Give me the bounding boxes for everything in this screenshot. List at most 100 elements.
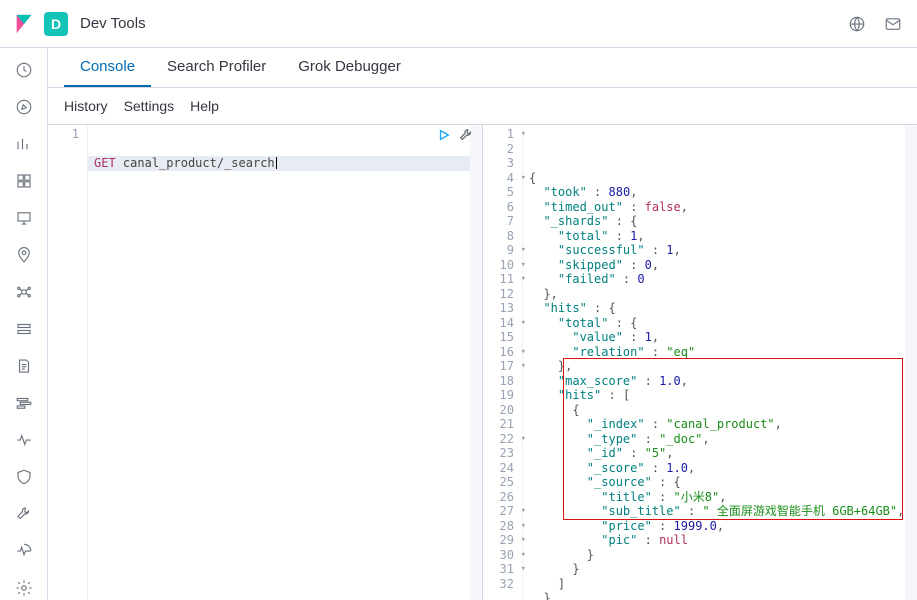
main-layout: Console Search Profiler Grok Debugger Hi… (0, 48, 917, 600)
request-line[interactable]: GET canal_product/_search (88, 156, 470, 171)
code-line: "total" : 1, (529, 229, 899, 244)
code-line: } (529, 591, 899, 600)
submenu-help[interactable]: Help (190, 98, 219, 114)
send-request-button[interactable] (436, 127, 452, 143)
feedback-icon[interactable] (881, 12, 905, 36)
line-number: 29 (487, 533, 514, 548)
code-line: "sub_title" : " 全面屏游戏智能手机 6GB+64GB", (529, 504, 899, 519)
line-number: 1 (487, 127, 514, 142)
code-line: "_shards" : { (529, 214, 899, 229)
line-number: 4 (487, 171, 514, 186)
line-number: 32 (487, 577, 514, 592)
response-pane[interactable]: 1234567891011121314151617181920212223242… (483, 125, 917, 600)
siem-icon[interactable] (12, 466, 36, 489)
code-line: "total" : { (529, 316, 899, 331)
line-number: 11 (487, 272, 514, 287)
app-badge[interactable]: D (44, 12, 68, 36)
code-line: "max_score" : 1.0, (529, 374, 899, 389)
code-line: } (529, 548, 899, 563)
code-line: { (529, 171, 899, 186)
uptime-icon[interactable] (12, 429, 36, 452)
console-submenu: History Settings Help (48, 88, 917, 125)
logs-icon[interactable] (12, 355, 36, 378)
line-number: 10 (487, 258, 514, 273)
code-line: "timed_out" : false, (529, 200, 899, 215)
code-line: "_index" : "canal_product", (529, 417, 899, 432)
line-number: 22 (487, 432, 514, 447)
line-number: 5 (487, 185, 514, 200)
code-line: "value" : 1, (529, 330, 899, 345)
request-scrollbar[interactable] (470, 125, 482, 600)
code-line: "pic" : null (529, 533, 899, 548)
metrics-icon[interactable] (12, 317, 36, 340)
recently-viewed-icon[interactable] (12, 58, 36, 81)
line-number: 28 (487, 519, 514, 534)
dev-tools-icon[interactable] (12, 503, 36, 526)
response-scrollbar[interactable] (905, 125, 917, 600)
apm-icon[interactable] (12, 392, 36, 415)
response-gutter: 1234567891011121314151617181920212223242… (483, 125, 523, 600)
tab-search-profiler[interactable]: Search Profiler (151, 48, 282, 87)
submenu-history[interactable]: History (64, 98, 108, 114)
dashboard-icon[interactable] (12, 169, 36, 192)
line-number: 1 (52, 127, 79, 142)
code-line: "_type" : "_doc", (529, 432, 899, 447)
page-title: Dev Tools (80, 15, 146, 32)
line-number: 21 (487, 417, 514, 432)
line-number: 17 (487, 359, 514, 374)
code-line: "_id" : "5", (529, 446, 899, 461)
visualize-icon[interactable] (12, 132, 36, 155)
code-line: "relation" : "eq" (529, 345, 899, 360)
line-number: 7 (487, 214, 514, 229)
code-line: "hits" : { (529, 301, 899, 316)
management-icon[interactable] (12, 577, 36, 600)
request-editor[interactable]: GET canal_product/_search (88, 125, 470, 600)
kibana-logo[interactable] (12, 12, 36, 36)
code-line: "successful" : 1, (529, 243, 899, 258)
maps-icon[interactable] (12, 243, 36, 266)
discover-icon[interactable] (12, 95, 36, 118)
line-number: 18 (487, 374, 514, 389)
side-rail (0, 48, 48, 600)
editor-wrap: 1 GET canal_product/_search (48, 125, 917, 600)
line-number: 13 (487, 301, 514, 316)
request-pane[interactable]: 1 GET canal_product/_search (48, 125, 483, 600)
text-cursor (276, 157, 277, 169)
line-number: 9 (487, 243, 514, 258)
tabs-bar: Console Search Profiler Grok Debugger (48, 48, 917, 88)
request-gutter: 1 (48, 125, 88, 600)
request-path: canal_product/_search (123, 156, 275, 171)
line-number: 30 (487, 548, 514, 563)
code-line: "_score" : 1.0, (529, 461, 899, 476)
content-area: Console Search Profiler Grok Debugger Hi… (48, 48, 917, 600)
line-number: 27 (487, 504, 514, 519)
request-options-button[interactable] (458, 127, 474, 143)
line-number: 14 (487, 316, 514, 331)
line-number: 12 (487, 287, 514, 302)
top-header: D Dev Tools (0, 0, 917, 48)
news-icon[interactable] (845, 12, 869, 36)
submenu-settings[interactable]: Settings (124, 98, 175, 114)
code-line: "title" : "小米8", (529, 490, 899, 505)
code-line: "failed" : 0 (529, 272, 899, 287)
response-viewer[interactable]: { "took" : 880, "timed_out" : false, "_s… (523, 125, 905, 600)
line-number: 16 (487, 345, 514, 360)
code-line: ] (529, 577, 899, 592)
ml-icon[interactable] (12, 280, 36, 303)
code-line: }, (529, 359, 899, 374)
tab-console[interactable]: Console (64, 48, 151, 87)
line-number: 6 (487, 200, 514, 215)
line-number: 23 (487, 446, 514, 461)
monitoring-icon[interactable] (12, 540, 36, 563)
code-line: }, (529, 287, 899, 302)
code-line: "price" : 1999.0, (529, 519, 899, 534)
code-line: "skipped" : 0, (529, 258, 899, 273)
line-number: 31 (487, 562, 514, 577)
line-number: 20 (487, 403, 514, 418)
line-number: 25 (487, 475, 514, 490)
line-number: 24 (487, 461, 514, 476)
canvas-icon[interactable] (12, 206, 36, 229)
http-method: GET (94, 156, 116, 171)
line-number: 3 (487, 156, 514, 171)
tab-grok-debugger[interactable]: Grok Debugger (282, 48, 417, 87)
